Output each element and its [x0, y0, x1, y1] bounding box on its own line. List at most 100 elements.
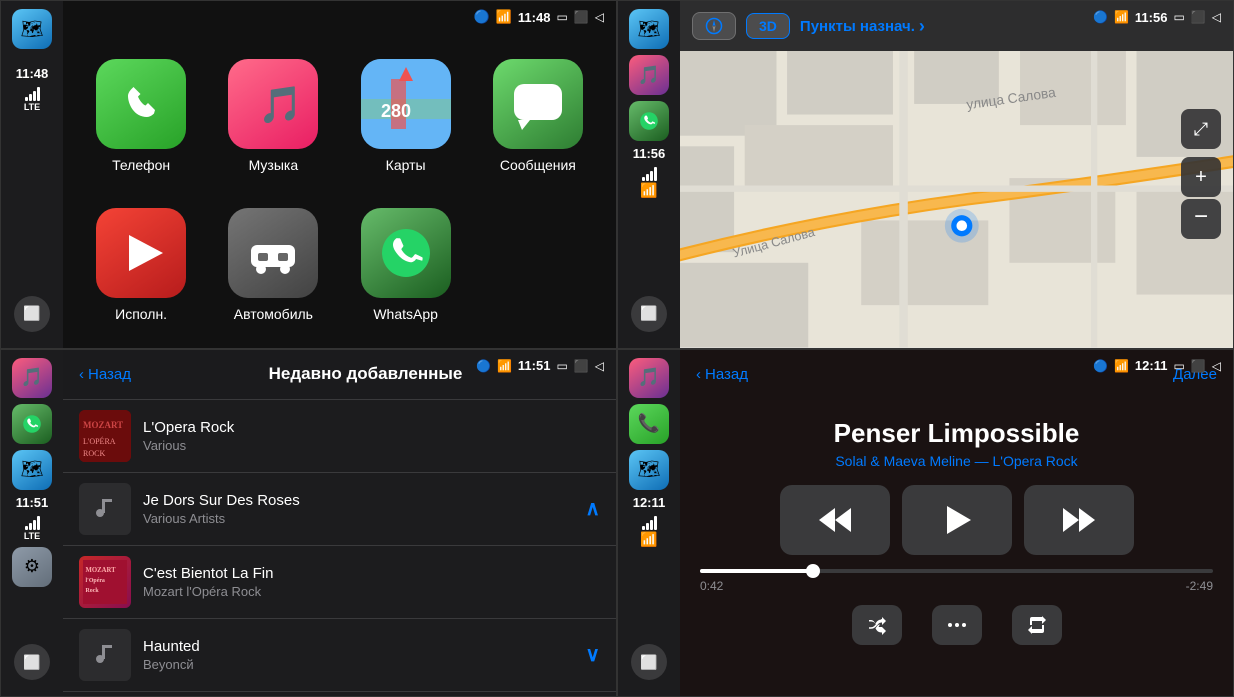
bl-sidebar-maps-icon[interactable]: 🗺: [12, 450, 52, 490]
status-back-icon[interactable]: ◁: [595, 10, 604, 24]
phone-app-label: Телефон: [112, 157, 170, 173]
track-thumb: [79, 629, 131, 681]
br-status-time: 12:11: [1135, 358, 1168, 373]
status-cast-icon: ⬛: [574, 10, 589, 24]
track-title: L'Opera Rock: [143, 419, 600, 436]
track-thumb: [79, 483, 131, 535]
topleft-sidebar: 🗺 11:48 LTE ⬜: [1, 1, 63, 348]
track-item[interactable]: MOZARTL'OPÉRAROCK L'Opera Rock Various: [63, 400, 616, 473]
track-item[interactable]: Je Dors Sur Des Roses Various Artists ∧: [63, 473, 616, 546]
br-status-cast: ⬛: [1191, 359, 1206, 373]
progress-fill: [700, 569, 813, 573]
track-artist: Mozart l'Opéra Rock: [143, 584, 600, 599]
app-item-video[interactable]: Исполн.: [83, 208, 199, 322]
track-artist: Beyoncй: [143, 657, 573, 672]
map-zoom-in-button[interactable]: +: [1181, 157, 1221, 197]
progress-remaining: -2:49: [1186, 579, 1213, 593]
svg-text:ROCK: ROCK: [83, 449, 105, 458]
now-playing-progress: 0:42 -2:49: [700, 569, 1213, 593]
play-button[interactable]: [902, 485, 1012, 555]
track-item[interactable]: MOZARTl'OpéraRock C'est Bientot La Fin M…: [63, 546, 616, 619]
more-button[interactable]: [932, 605, 982, 645]
bl-sidebar-home-button[interactable]: ⬜: [14, 644, 50, 680]
bottomright-sidebar: 🎵 📞 🗺 12:11 📶 ⬜: [618, 350, 680, 697]
track-info: Je Dors Sur Des Roses Various Artists: [143, 492, 573, 526]
topright-status-bar: 🔵 📶 11:56 ▭ ⬛ ◁: [680, 1, 1233, 33]
topleft-status-bar: 🔵 📶 11:48 ▭ ⬛ ◁: [63, 1, 616, 33]
track-item[interactable]: Haunted Beyoncй ∨: [63, 619, 616, 692]
now-playing-controls: [780, 485, 1134, 555]
progress-current: 0:42: [700, 579, 723, 593]
messages-app-icon: [493, 59, 583, 149]
tr-status-bt: 🔵: [1093, 10, 1108, 24]
br-status-back[interactable]: ◁: [1212, 359, 1221, 373]
now-playing-content: Penser Limpossible Solal & Maeva Meline …: [680, 400, 1233, 697]
maps-app-label: Карты: [386, 157, 426, 173]
track-chevron-down[interactable]: ∨: [585, 642, 600, 667]
progress-times: 0:42 -2:49: [700, 579, 1213, 593]
music-list-area: ‹ Назад Недавно добавленные MOZARTL'OPÉR…: [63, 350, 616, 697]
br-sidebar-music-icon[interactable]: 🎵: [629, 358, 669, 398]
tr-status-cast: ⬛: [1191, 10, 1206, 24]
bl-sidebar-settings-icon[interactable]: ⚙: [12, 547, 52, 587]
whatsapp-app-icon: [361, 208, 451, 298]
track-chevron-up[interactable]: ∧: [585, 496, 600, 521]
app-grid: Телефон 🎵 Музыка 280 Карты: [63, 33, 616, 348]
bl-sidebar-music-icon[interactable]: 🎵: [12, 358, 52, 398]
phone-app-icon: [96, 59, 186, 149]
map-zoom-out-button[interactable]: −: [1181, 199, 1221, 239]
tr-sidebar-maps-icon[interactable]: 🗺: [629, 9, 669, 49]
sidebar-maps-icon[interactable]: 🗺: [12, 9, 52, 49]
bl-status-wifi: 📶: [497, 359, 512, 373]
svg-text:MOZART: MOZART: [83, 420, 123, 430]
bl-sidebar-time: 11:51: [16, 496, 49, 510]
tr-sidebar-music-icon[interactable]: 🎵: [629, 55, 669, 95]
track-info: C'est Bientot La Fin Mozart l'Opéra Rock: [143, 565, 600, 599]
status-bt-icon: 🔵: [474, 9, 490, 25]
progress-handle[interactable]: [806, 564, 820, 578]
tr-sidebar-wifi: 📶: [640, 182, 657, 199]
repeat-button[interactable]: [1012, 605, 1062, 645]
bottomright-status-bar: 🔵 📶 12:11 ▭ ⬛ ◁: [680, 350, 1233, 382]
bottomleft-quadrant: 🎵 🗺 11:51 LTE ⚙ ⬜ 🔵 📶 11:51 ▭ ⬛ ◁: [0, 349, 617, 697]
tr-status-back[interactable]: ◁: [1212, 10, 1221, 24]
sidebar-home-button[interactable]: ⬜: [14, 296, 50, 332]
app-item-whatsapp[interactable]: WhatsApp: [348, 208, 464, 322]
topright-quadrant: 🗺 🎵 11:56 📶 ⬜ 🔵 📶 11:56 ▭ ⬛ ◁: [617, 0, 1234, 349]
fast-forward-button[interactable]: [1024, 485, 1134, 555]
bl-status-back[interactable]: ◁: [595, 359, 604, 373]
progress-bar[interactable]: [700, 569, 1213, 573]
app-item-music[interactable]: 🎵 Музыка: [215, 59, 331, 173]
map-svg-container[interactable]: улица Салова Улица Салова: [680, 51, 1233, 348]
rewind-button[interactable]: [780, 485, 890, 555]
sidebar-signal: LTE: [24, 87, 40, 112]
bl-sidebar-whatsapp-icon[interactable]: [12, 404, 52, 444]
status-wifi-icon: 📶: [496, 9, 512, 25]
status-battery-icon: ▭: [556, 10, 567, 24]
bl-sidebar-lte: LTE: [24, 531, 40, 541]
br-sidebar-home-button[interactable]: ⬜: [631, 644, 667, 680]
tr-sidebar-whatsapp-icon[interactable]: [629, 101, 669, 141]
svg-text:🎵: 🎵: [258, 84, 298, 125]
now-playing-title: Penser Limpossible: [834, 418, 1080, 449]
app-item-messages[interactable]: Сообщения: [480, 59, 596, 173]
map-expand-button[interactable]: ⤢: [1181, 109, 1221, 149]
app-item-carplay[interactable]: Автомобиль: [215, 208, 331, 322]
map-zoom-controls: ⤢ + −: [1181, 109, 1221, 239]
tr-sidebar-home-button[interactable]: ⬜: [631, 296, 667, 332]
br-sidebar-phone-icon[interactable]: 📞: [629, 404, 669, 444]
app-item-maps[interactable]: 280 Карты: [348, 59, 464, 173]
bottomleft-sidebar: 🎵 🗺 11:51 LTE ⚙ ⬜: [1, 350, 63, 697]
status-time: 11:48: [518, 10, 551, 25]
br-sidebar-maps-icon[interactable]: 🗺: [629, 450, 669, 490]
svg-text:280: 280: [381, 101, 411, 121]
track-info: L'Opera Rock Various: [143, 419, 600, 453]
br-status-wifi: 📶: [1114, 359, 1129, 373]
map-area: 3D Пункты назнач. ›: [680, 1, 1233, 348]
br-status-battery: ▭: [1173, 359, 1184, 373]
music-app-icon: 🎵: [228, 59, 318, 149]
track-item[interactable]: Музыка 90-х: [63, 692, 616, 697]
app-item-phone[interactable]: Телефон: [83, 59, 199, 173]
bl-sidebar-signal: LTE: [24, 516, 40, 541]
shuffle-button[interactable]: [852, 605, 902, 645]
